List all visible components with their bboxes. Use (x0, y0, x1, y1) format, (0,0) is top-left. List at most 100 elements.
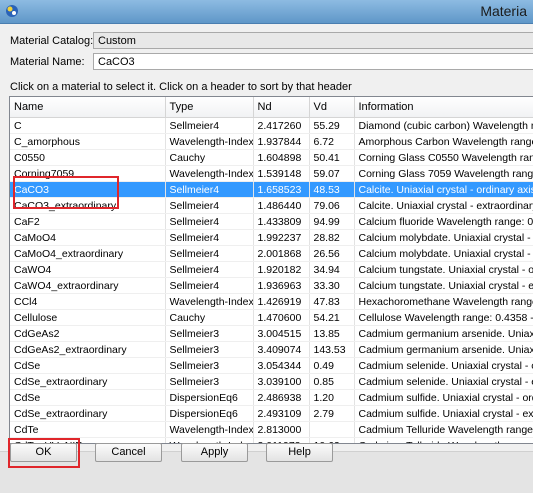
table-row[interactable]: CaMoO4_extraordinary Sellmeier4 2.001868 26… (10, 245, 533, 262)
table-row[interactable]: C_amorphous Wavelength-Index 1.937844 6.72 A… (10, 133, 533, 150)
cell-vd: 54.21 (309, 309, 355, 326)
cell-information: Cellulose Wavelength range: 0.4358 - 1 (354, 309, 533, 326)
table-row[interactable]: Cellulose Cauchy 1.470600 54.21 Cellulose Wa… (10, 309, 533, 326)
cell-nd: 1.937844 (253, 133, 310, 150)
cell-vd: 94.99 (309, 213, 355, 230)
cell-type: Sellmeier4 (165, 181, 254, 198)
cell-name: C0550 (10, 149, 166, 166)
table-row[interactable]: CdSe DispersionEq6 2.486938 1.20 Cadmium sul… (10, 389, 533, 406)
cell-vd: 1.20 (309, 389, 355, 406)
cell-vd: 50.41 (309, 149, 355, 166)
cell-nd: 3.054344 (253, 357, 310, 374)
instruction-text: Click on a material to select it. Click … (10, 81, 352, 93)
cell-name: Corning7059 (10, 165, 166, 182)
table-row[interactable]: CaWO4 Sellmeier4 1.920182 34.94 Calcium tung… (10, 261, 533, 278)
cell-type: Wavelength-Index (165, 133, 254, 150)
cell-vd: 26.56 (309, 245, 355, 262)
cell-nd: 3.409074 (253, 341, 310, 358)
app-icon (6, 5, 18, 17)
table-row[interactable]: Corning7059 Wavelength-Index 1.539148 59.07… (10, 165, 533, 182)
cell-name: CdSe (10, 389, 166, 406)
header-information[interactable]: Information (354, 97, 533, 118)
name-label: Material Name: (10, 56, 85, 68)
cell-name: C (10, 117, 166, 134)
cell-type: DispersionEq6 (165, 389, 254, 406)
cell-vd: 0.49 (309, 357, 355, 374)
catalog-label: Material Catalog: (10, 35, 94, 47)
cell-vd: 2.79 (309, 405, 355, 422)
cell-nd: 1.920182 (253, 261, 310, 278)
cell-information: Cadmium Telluride Wavelength range: 1 (354, 421, 533, 438)
table-row[interactable]: CaF2 Sellmeier4 1.433809 94.99 Calcium fluor… (10, 213, 533, 230)
cell-type: Cauchy (165, 309, 254, 326)
cell-type: Sellmeier3 (165, 325, 254, 342)
cell-type: Sellmeier4 (165, 197, 254, 214)
cell-nd: 1.486440 (253, 197, 310, 214)
cell-information: Cadmium sulfide. Uniaxial crystal - ordi… (354, 389, 533, 406)
cell-type: Sellmeier4 (165, 213, 254, 230)
table-row[interactable]: CaCO3_extraordinary Sellmeier4 1.486440 79.… (10, 197, 533, 214)
cell-vd: 79.06 (309, 197, 355, 214)
help-button[interactable]: Help (266, 443, 333, 462)
cell-name: CaWO4 (10, 261, 166, 278)
cell-type: Sellmeier4 (165, 277, 254, 294)
cell-type: Sellmeier4 (165, 261, 254, 278)
cell-nd: 1.539148 (253, 165, 310, 182)
header-name[interactable]: Name (10, 97, 166, 118)
cell-nd: 1.658523 (253, 181, 310, 198)
material-name-field[interactable]: CaCO3 (93, 53, 533, 70)
cell-information: Calcium fluoride Wavelength range: 0.2 (354, 213, 533, 230)
header-type[interactable]: Type (165, 97, 254, 118)
table-row[interactable]: C Sellmeier4 2.417260 55.29 Diamond (cubic c… (10, 117, 533, 134)
table-header-row: Name Type Nd Vd Information (10, 97, 533, 118)
cell-nd: 3.039100 (253, 373, 310, 390)
table-row[interactable]: CdTe Wavelength-Index 2.813000 Cadmium Tell… (10, 421, 533, 438)
cancel-button[interactable]: Cancel (95, 443, 162, 462)
cell-vd: 33.30 (309, 277, 355, 294)
materials-table[interactable]: Name Type Nd Vd Information C Sellmeier4 2… (9, 96, 533, 444)
table-row[interactable]: CaWO4_extraordinary Sellmeier4 1.936963 33.… (10, 277, 533, 294)
cell-type: Sellmeier3 (165, 373, 254, 390)
table-row[interactable]: CdSe_extraordinary Sellmeier3 3.039100 0.85… (10, 373, 533, 390)
cell-name: Cellulose (10, 309, 166, 326)
header-nd[interactable]: Nd (253, 97, 310, 118)
ok-button[interactable]: OK (10, 443, 77, 462)
cell-information: Cadmium germanium arsenide. Uniaxial c (354, 341, 533, 358)
apply-button[interactable]: Apply (181, 443, 248, 462)
cell-vd: 48.53 (309, 181, 355, 198)
cell-information: Corning Glass 7059 Wavelength range: (354, 165, 533, 182)
cell-name: CdGeAs2_extraordinary (10, 341, 166, 358)
table-row[interactable]: CdGeAs2_extraordinary Sellmeier3 3.409074 1… (10, 341, 533, 358)
cell-vd: 55.29 (309, 117, 355, 134)
table-row[interactable]: CdSe_extraordinary DispersionEq6 2.493109 2… (10, 405, 533, 422)
cell-vd: 143.53 (309, 341, 355, 358)
table-row[interactable]: CaCO3 Sellmeier4 1.658523 48.53 Calcite. Uni… (10, 181, 533, 198)
catalog-value: Custom (98, 35, 136, 47)
cell-information: Calcium tungstate. Uniaxial crystal - or… (354, 261, 533, 278)
cell-information: Calcium molybdate. Uniaxial crystal - ex… (354, 245, 533, 262)
table-row[interactable]: CaMoO4 Sellmeier4 1.992237 28.82 Calcium mol… (10, 229, 533, 246)
cell-name: CdSe_extraordinary (10, 405, 166, 422)
cell-information: Cadmium sulfide. Uniaxial crystal - extr… (354, 405, 533, 422)
window-title: Materia (480, 3, 527, 19)
cell-type: Wavelength-Index (165, 293, 254, 310)
table-row[interactable]: C0550 Cauchy 1.604898 50.41 Corning Glass C0… (10, 149, 533, 166)
cell-nd: 2.813000 (253, 421, 310, 438)
catalog-select[interactable]: Custom (93, 32, 533, 49)
cell-information: Cadmium selenide. Uniaxial crystal - ext… (354, 373, 533, 390)
cell-name: CdSe_extraordinary (10, 373, 166, 390)
header-vd[interactable]: Vd (309, 97, 355, 118)
cell-nd: 1.604898 (253, 149, 310, 166)
table-row[interactable]: CdSe Sellmeier3 3.054344 0.49 Cadmium seleni… (10, 357, 533, 374)
cell-type: Sellmeier4 (165, 229, 254, 246)
cell-type: Wavelength-Index (165, 421, 254, 438)
cell-nd: 2.417260 (253, 117, 310, 134)
cell-nd: 1.992237 (253, 229, 310, 246)
cell-information: Calcium tungstate. Uniaxial crystal - ex… (354, 277, 533, 294)
cell-nd: 1.470600 (253, 309, 310, 326)
cell-information: Amorphous Carbon Wavelength range: (354, 133, 533, 150)
table-row[interactable]: CdGeAs2 Sellmeier3 3.004515 13.85 Cadmium ge… (10, 325, 533, 342)
cell-nd: 2.493109 (253, 405, 310, 422)
cell-type: Cauchy (165, 149, 254, 166)
table-row[interactable]: CCl4 Wavelength-Index 1.426919 47.83 Hexacho… (10, 293, 533, 310)
